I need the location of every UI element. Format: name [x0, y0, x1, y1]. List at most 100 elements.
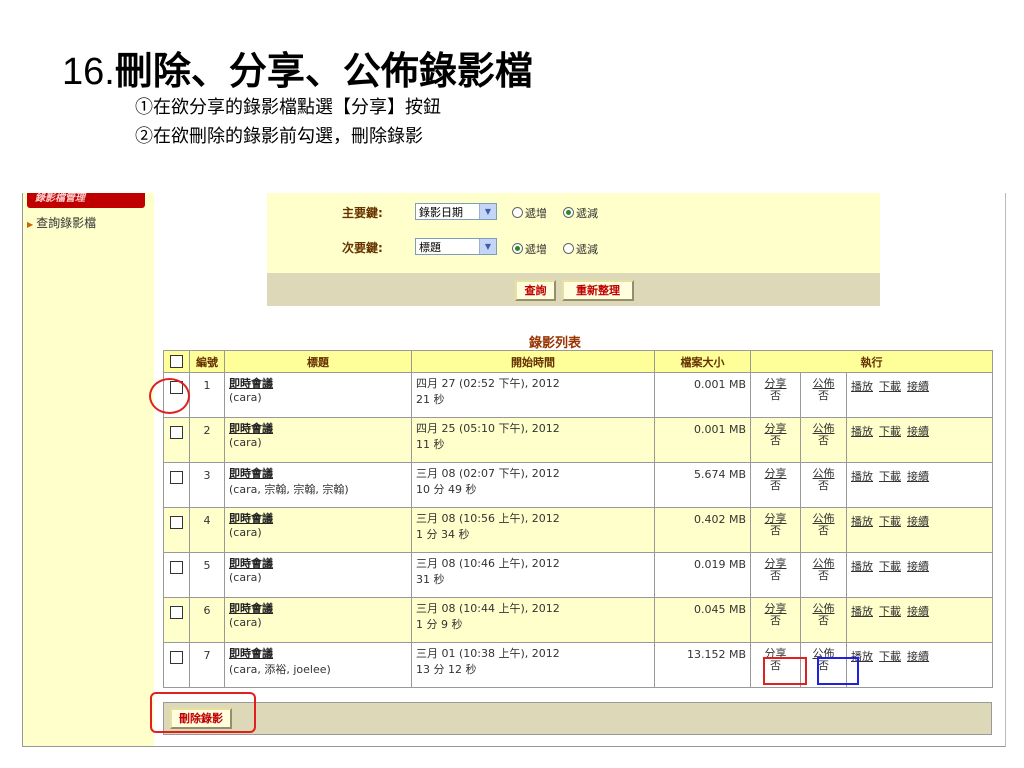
row-checkbox[interactable] — [170, 516, 183, 529]
row-checkbox[interactable] — [170, 651, 183, 664]
continue-link[interactable]: 接續 — [907, 470, 929, 483]
row-title-link[interactable]: 即時會議 — [229, 555, 407, 571]
row-title-cell: 即時會議 (cara) — [224, 507, 412, 553]
primary-key-value: 錄影日期 — [419, 206, 463, 219]
row-start-time: 三月 08 (10:44 上午), 2012 — [416, 602, 560, 615]
continue-link[interactable]: 接續 — [907, 425, 929, 438]
publish-state: 否 — [818, 479, 829, 492]
secondary-key-select[interactable]: 標題 ▼ — [415, 238, 497, 255]
table-row: 3 即時會議 (cara, 宗翰, 宗翰, 宗翰) 三月 08 (02:07 下午),… — [163, 462, 994, 508]
secondary-desc-radio[interactable]: 遞減 — [563, 241, 598, 257]
row-number: 4 — [189, 507, 225, 553]
list-title: 錄影列表 — [529, 336, 582, 351]
secondary-asc-label: 遞增 — [525, 243, 547, 256]
arrow-icon: ▶ — [27, 220, 34, 229]
row-share-cell: 分享否 — [750, 462, 801, 508]
row-title-link[interactable]: 即時會議 — [229, 420, 407, 436]
row-title-link[interactable]: 即時會議 — [229, 645, 407, 661]
row-actions-cell: 播放 下載 接續 — [845, 642, 994, 688]
secondary-asc-radio[interactable]: 遞增 — [512, 241, 547, 257]
row-title-cell: 即時會議 (cara) — [224, 372, 412, 418]
sidebar-item-search-recordings[interactable]: ▶ 查詢錄影檔 — [27, 214, 96, 231]
title-text: 刪除、分享、公佈錄影檔 — [114, 48, 533, 93]
share-state: 否 — [770, 569, 781, 582]
row-checkbox[interactable] — [170, 426, 183, 439]
table-row: 1 即時會議 (cara) 四月 27 (02:52 下午), 2012 21 秒 0.0… — [163, 372, 994, 418]
row-title-cell: 即時會議 (cara) — [224, 597, 412, 643]
primary-asc-label: 遞增 — [525, 207, 547, 220]
row-participants: (cara) — [229, 571, 262, 584]
row-checkbox[interactable] — [170, 471, 183, 484]
play-link[interactable]: 播放 — [851, 425, 873, 438]
row-start-time: 三月 08 (02:07 下午), 2012 — [416, 467, 560, 480]
row-actions-cell: 播放 下載 接續 — [845, 552, 994, 598]
play-link[interactable]: 播放 — [851, 380, 873, 393]
play-link[interactable]: 播放 — [851, 470, 873, 483]
row-select-cell — [163, 507, 190, 553]
row-start-cell: 三月 08 (10:46 上午), 2012 31 秒 — [411, 552, 655, 598]
continue-link[interactable]: 接續 — [907, 560, 929, 573]
row-title-link[interactable]: 即時會議 — [229, 465, 407, 481]
chevron-down-icon: ▼ — [479, 239, 496, 254]
row-title-link[interactable]: 即時會議 — [229, 510, 407, 526]
continue-link[interactable]: 接續 — [907, 515, 929, 528]
search-button[interactable]: 查詢 — [515, 280, 556, 301]
play-link[interactable]: 播放 — [851, 605, 873, 618]
row-start-cell: 三月 01 (10:38 上午), 2012 13 分 12 秒 — [411, 642, 655, 688]
download-link[interactable]: 下載 — [879, 470, 901, 483]
row-start-cell: 四月 25 (05:10 下午), 2012 11 秒 — [411, 417, 655, 463]
reset-button[interactable]: 重新整理 — [562, 280, 634, 301]
download-link[interactable]: 下載 — [879, 650, 901, 663]
share-state: 否 — [770, 524, 781, 537]
publish-state: 否 — [818, 434, 829, 447]
row-publish-cell: 公佈否 — [800, 552, 847, 598]
header-no: 編號 — [189, 350, 225, 373]
primary-key-select[interactable]: 錄影日期 ▼ — [415, 203, 497, 220]
download-link[interactable]: 下載 — [879, 515, 901, 528]
primary-desc-radio[interactable]: 遞減 — [563, 205, 598, 221]
row-select-cell — [163, 417, 190, 463]
row-number: 5 — [189, 552, 225, 598]
row-participants: (cara) — [229, 616, 262, 629]
row-size: 0.001 MB — [654, 417, 751, 463]
row-select-cell — [163, 462, 190, 508]
row-publish-cell: 公佈否 — [800, 507, 847, 553]
row-participants: (cara, 添裕, joelee) — [229, 663, 331, 676]
radio-on-icon — [512, 243, 523, 254]
row-start-cell: 三月 08 (10:56 上午), 2012 1 分 34 秒 — [411, 507, 655, 553]
row-share-cell: 分享否 — [750, 372, 801, 418]
row-publish-cell: 公佈否 — [800, 462, 847, 508]
play-link[interactable]: 播放 — [851, 560, 873, 573]
header-size: 檔案大小 — [654, 350, 751, 373]
download-link[interactable]: 下載 — [879, 380, 901, 393]
download-link[interactable]: 下載 — [879, 560, 901, 573]
row-checkbox[interactable] — [170, 561, 183, 574]
download-link[interactable]: 下載 — [879, 425, 901, 438]
row-number: 2 — [189, 417, 225, 463]
continue-link[interactable]: 接續 — [907, 650, 929, 663]
row-number: 3 — [189, 462, 225, 508]
download-link[interactable]: 下載 — [879, 605, 901, 618]
row-size: 13.152 MB — [654, 642, 751, 688]
table-row: 6 即時會議 (cara) 三月 08 (10:44 上午), 2012 1 分 9 秒… — [163, 597, 994, 643]
share-state: 否 — [770, 479, 781, 492]
row-title-link[interactable]: 即時會議 — [229, 600, 407, 616]
continue-link[interactable]: 接續 — [907, 380, 929, 393]
row-title-link[interactable]: 即時會議 — [229, 375, 407, 391]
row-title-cell: 即時會議 (cara, 添裕, joelee) — [224, 642, 412, 688]
row-checkbox[interactable] — [170, 606, 183, 619]
highlight-checkbox-circle — [149, 378, 190, 414]
secondary-desc-label: 遞減 — [576, 243, 598, 256]
row-duration: 13 分 12 秒 — [416, 663, 477, 676]
row-duration: 1 分 34 秒 — [416, 528, 470, 541]
row-number: 7 — [189, 642, 225, 688]
row-size: 0.045 MB — [654, 597, 751, 643]
row-size: 5.674 MB — [654, 462, 751, 508]
primary-asc-radio[interactable]: 遞增 — [512, 205, 547, 221]
row-participants: (cara, 宗翰, 宗翰, 宗翰) — [229, 483, 349, 496]
play-link[interactable]: 播放 — [851, 515, 873, 528]
row-duration: 1 分 9 秒 — [416, 618, 463, 631]
continue-link[interactable]: 接續 — [907, 605, 929, 618]
row-publish-cell: 公佈否 — [800, 597, 847, 643]
select-all-checkbox[interactable] — [170, 355, 183, 368]
